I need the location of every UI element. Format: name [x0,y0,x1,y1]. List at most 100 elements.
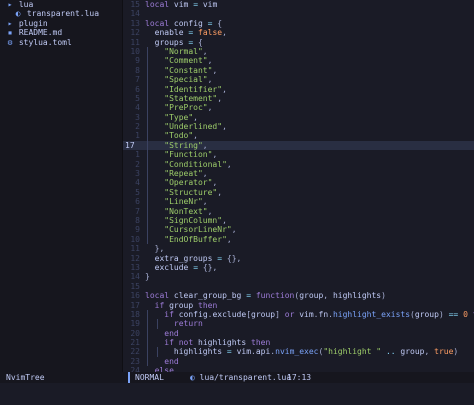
code-line[interactable]: 7 "NonText", [123,206,474,216]
code-line[interactable]: 1 "Function", [123,150,474,160]
line-number: 12 [130,28,140,38]
code-line[interactable]: 23 end [123,356,474,367]
code-line[interactable]: 21 if not highlights then [123,338,474,348]
code-text: if config.exclude[group] or vim.fn.highl… [164,309,474,319]
code-line[interactable]: 16 local clear_group_bg = function(group,… [123,291,474,300]
line-number: 17 [125,140,135,150]
command-line[interactable] [0,383,474,405]
tree-item-label: README.md [14,28,63,38]
mode-label: NORMAL [135,373,164,382]
code-line[interactable]: 3 "Repeat", [123,169,474,179]
indent-guide [147,356,148,367]
code-line[interactable]: 4 "PreProc", [123,103,474,113]
code-line[interactable]: 15 [123,282,474,291]
line-number: 5 [135,187,140,197]
tree-item[interactable]: ▸ lua [0,0,122,9]
cursor-line[interactable]: 17 "String", [123,140,474,151]
indent-guide [147,169,148,179]
file-tree-panel: ▸ lua ◐ transparent.lua ▸ plugin ▪ README.m… [0,0,123,372]
mode-indicator [128,372,130,383]
line-number: 7 [135,206,140,216]
line-number: 12 [130,253,140,263]
code-line[interactable]: 9 "CursorLineNr", [123,225,474,235]
code-line[interactable]: 5 "Statement", [123,93,474,104]
code-line[interactable]: 12 extra_groups = {}, [123,254,474,263]
code-line[interactable]: 3 "Type", [123,112,474,123]
code-line[interactable]: 13 local config = { [123,19,474,28]
tree-item-label: stylua.toml [14,37,72,47]
code-line[interactable]: 8 "Constant", [123,65,474,76]
code-line[interactable]: 19 return [123,319,474,329]
line-number: 9 [135,56,140,66]
code-line[interactable]: 18 if config.exclude[group] or vim.fn.hi… [123,309,474,320]
line-number: 10 [130,234,140,244]
code-text: "LineNr", [164,197,208,207]
tree-item-label: plugin [14,18,48,28]
code-text: "Identifier", [164,84,227,94]
code-text: exclude = {}, [154,262,218,272]
code-line[interactable]: 14} [123,272,474,281]
code-text: local config = { [145,18,223,28]
code-line[interactable]: 5 "Structure", [123,187,474,198]
code-text: highlights = vim.api.nvim_exec("highligh… [173,347,459,357]
code-text: end [164,328,179,338]
line-number: 21 [130,338,140,348]
code-line[interactable]: 7 "Special", [123,75,474,85]
line-number: 8 [135,65,140,75]
line-number: 1 [135,131,140,141]
toml-file-icon: ⚙ [7,37,13,47]
status-bar: NvimTree NORMAL ◐ lua/transparent.lua 17… [0,372,474,383]
tree-item-label: lua [14,0,34,9]
file-path-label: lua/transparent.lua [199,373,292,382]
tree-item[interactable]: ▪ README.md [0,28,122,37]
code-line[interactable]: 11 }, [123,244,474,253]
code-line[interactable]: 15 local vim = vim [123,0,474,9]
line-number: 3 [135,112,140,122]
indent-guide [147,319,148,329]
tree-item[interactable]: ◐ transparent.lua [0,9,122,18]
indent-guide [147,93,148,104]
code-text: "Comment", [164,56,213,66]
line-number: 5 [135,93,140,103]
line-number: 8 [135,215,140,225]
indent-guide [156,347,158,357]
code-line[interactable]: 6 "LineNr", [123,197,474,207]
line-number: 4 [135,178,140,188]
code-line[interactable]: 14 [123,9,474,18]
code-line[interactable]: 1 "Todo", [123,131,474,141]
code-text: "SignColumn", [164,215,227,225]
indent-guide [147,206,148,216]
code-line[interactable]: 2 "Underlined", [123,122,474,132]
code-line[interactable]: 22 highlights = vim.api.nvim_exec("highl… [123,347,474,357]
code-line[interactable]: 11 groups = { [123,38,474,47]
code-editor[interactable]: 15 local vim = vim 14 13 local config = {12 … [123,0,474,375]
code-line[interactable]: 6 "Identifier", [123,84,474,94]
code-text: "Statement", [164,93,223,103]
code-line[interactable]: 10 "EndOfBuffer", [123,234,474,245]
code-line[interactable]: 12 enable = false, [123,28,474,37]
code-line[interactable]: 2 "Conditional", [123,159,474,170]
line-number: 3 [135,169,140,179]
line-number: 18 [130,309,140,319]
code-line[interactable]: 4 "Operator", [123,178,474,188]
code-text: "Underlined", [164,122,227,132]
tree-item[interactable]: ▸ plugin [0,19,122,28]
line-number: 17 [130,300,140,310]
code-line[interactable]: 17 if group then [123,301,474,310]
code-line[interactable]: 20 end [123,328,474,339]
line-number: 20 [130,328,140,338]
indent-guide [147,159,148,170]
line-number: 6 [135,197,140,207]
code-text: "Conditional", [164,159,232,169]
code-line[interactable]: 13 exclude = {}, [123,263,474,272]
file-path-status: ◐ lua/transparent.lua [190,372,291,383]
code-line[interactable]: 10 "Normal", [123,46,474,57]
indent-guide [147,46,148,57]
code-text: "Repeat", [164,169,208,179]
code-line[interactable]: 9 "Comment", [123,56,474,66]
code-text: extra_groups = {}, [154,253,242,263]
code-line[interactable]: 8 "SignColumn", [123,215,474,226]
code-text: local vim = vim [145,0,218,9]
tree-item[interactable]: ⚙ stylua.toml [0,38,122,47]
code-text: "Normal", [164,46,208,56]
